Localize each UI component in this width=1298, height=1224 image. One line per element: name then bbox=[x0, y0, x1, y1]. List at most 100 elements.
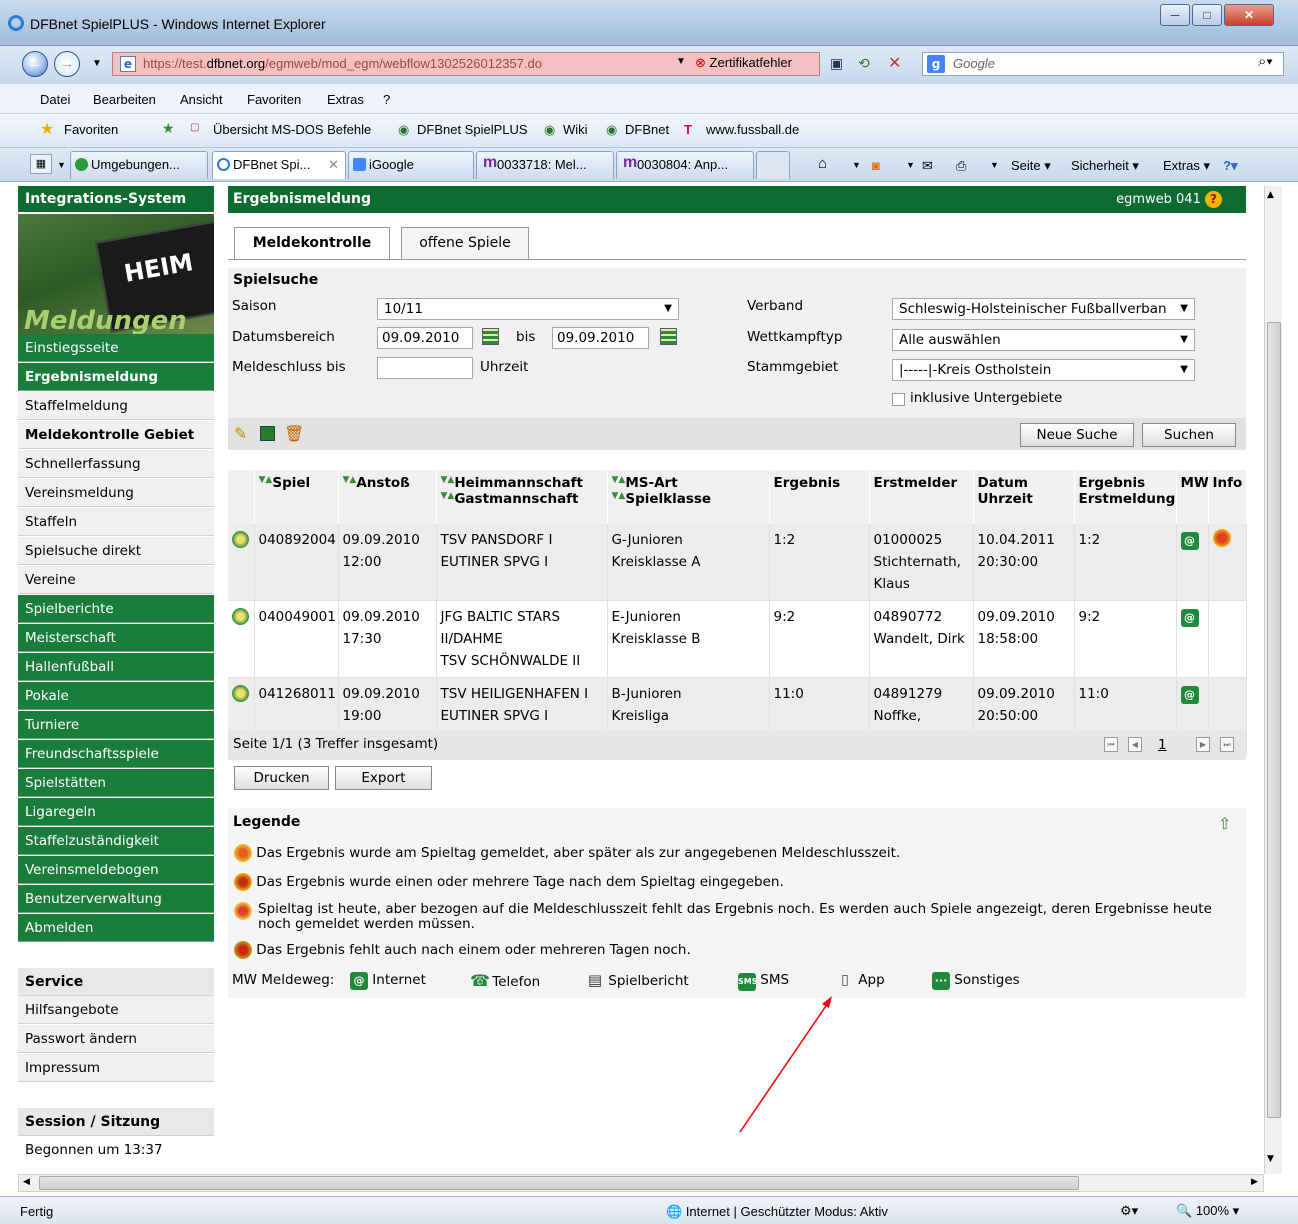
fav-link-msdos[interactable]: Übersicht MS-DOS Befehle bbox=[213, 122, 371, 137]
tool-extras[interactable]: Extras ▾ bbox=[1163, 158, 1210, 174]
sort-icon[interactable]: ▼▲ bbox=[343, 475, 357, 485]
next-page-icon[interactable]: ▶ bbox=[1196, 737, 1210, 752]
scrollbar-thumb[interactable] bbox=[1267, 322, 1281, 1118]
prev-page-icon[interactable]: ◀ bbox=[1128, 737, 1142, 752]
calendar-icon[interactable] bbox=[482, 328, 499, 345]
favorites-button[interactable]: Favoriten bbox=[64, 122, 118, 137]
sidebar-item-abmelden[interactable]: Abmelden bbox=[18, 914, 214, 942]
sort-icon[interactable]: ▼▲ bbox=[612, 475, 626, 485]
home-icon[interactable]: ⌂ bbox=[818, 155, 827, 172]
compat-view-icon[interactable]: ▣ bbox=[830, 55, 843, 72]
browser-tab-igoogle[interactable]: iGoogle bbox=[348, 151, 474, 179]
sidebar-item-vereinsmeldebogen[interactable]: Vereinsmeldebogen bbox=[18, 856, 214, 884]
sidebar-item-spielstätten[interactable]: Spielstätten bbox=[18, 769, 214, 797]
game-detail-icon[interactable] bbox=[232, 608, 249, 625]
fav-link-fussball[interactable]: www.fussball.de bbox=[706, 122, 799, 137]
game-detail-icon[interactable] bbox=[232, 685, 249, 702]
menu-favoriten[interactable]: Favoriten bbox=[247, 92, 301, 107]
calendar-icon[interactable] bbox=[660, 328, 677, 345]
row-detail-cell[interactable] bbox=[228, 524, 255, 601]
header-anstoss[interactable]: ▼▲Anstoß bbox=[338, 470, 437, 524]
fav-link-spielplus[interactable]: DFBnet SpielPLUS bbox=[417, 122, 528, 137]
header-spiel[interactable]: ▼▲Spiel bbox=[254, 470, 339, 524]
browser-tab-dfbnet[interactable]: DFBnet Spi... ✕ bbox=[212, 151, 346, 179]
delete-icon[interactable]: 🗑 bbox=[284, 424, 304, 443]
stop-icon[interactable]: ✕ bbox=[888, 53, 901, 73]
minimize-button[interactable]: ─ bbox=[1160, 4, 1190, 26]
menu-bearbeiten[interactable]: Bearbeiten bbox=[93, 92, 156, 107]
tab-close-icon[interactable]: ✕ bbox=[328, 152, 339, 178]
search-icon[interactable]: ⌕▾ bbox=[1258, 53, 1273, 70]
sidebar-item-turniere[interactable]: Turniere bbox=[18, 711, 214, 739]
tab-meldekontrolle[interactable]: Meldekontrolle bbox=[234, 227, 390, 260]
sort-icon[interactable]: ▼▲ bbox=[441, 491, 455, 501]
close-button[interactable]: ✕ bbox=[1224, 4, 1274, 26]
tool-seite[interactable]: Seite ▾ bbox=[1011, 158, 1051, 174]
quick-tabs-icon[interactable]: ▦ bbox=[30, 154, 52, 174]
add-favorite-icon[interactable]: ★ bbox=[162, 120, 175, 137]
sidebar-item-spielberichte[interactable]: Spielberichte bbox=[18, 595, 214, 623]
sidebar-item-einstiegsseite[interactable]: Einstiegsseite bbox=[18, 334, 214, 362]
browser-tab-mantis-2[interactable]: m 0030804: Anp... bbox=[616, 151, 754, 179]
date-from-input[interactable]: 09.09.2010 bbox=[377, 327, 473, 349]
scroll-down-icon[interactable]: ▼ bbox=[1267, 1154, 1274, 1164]
table-row[interactable]: 040049001 09.09.2010 17:30 JFG BALTIC STARS… bbox=[228, 600, 1247, 678]
scroll-left-icon[interactable]: ◀ bbox=[23, 1177, 30, 1187]
fav-link-dfbnet[interactable]: DFBnet bbox=[625, 122, 669, 137]
wettkampftyp-select[interactable]: Alle auswählen ▼ bbox=[892, 329, 1195, 351]
help-icon[interactable]: ? bbox=[1205, 191, 1222, 208]
first-page-icon[interactable]: ⏮ bbox=[1104, 737, 1118, 752]
maximize-button[interactable]: □ bbox=[1192, 4, 1222, 26]
feeds-dropdown-icon[interactable]: ▼ bbox=[906, 160, 915, 170]
sidebar-item-hallenfußball[interactable]: Hallenfußball bbox=[18, 653, 214, 681]
sort-icon[interactable]: ▼▲ bbox=[612, 491, 626, 501]
table-row[interactable]: 040892004 09.09.2010 12:00 TSV PANSDORF I EU… bbox=[228, 524, 1247, 601]
home-dropdown-icon[interactable]: ▼ bbox=[852, 160, 861, 170]
address-dropdown-icon[interactable]: ▼ bbox=[676, 56, 686, 67]
browser-tab-umgebungen[interactable]: Umgebungen... bbox=[70, 151, 208, 179]
sidebar-item-schnellerfassung[interactable]: Schnellerfassung bbox=[18, 450, 214, 478]
game-detail-icon[interactable] bbox=[232, 531, 249, 548]
tool-sicherheit[interactable]: Sicherheit ▾ bbox=[1071, 158, 1139, 174]
scroll-up-icon[interactable]: ▲ bbox=[1267, 190, 1274, 200]
history-dropdown-icon[interactable]: ▼ bbox=[92, 58, 102, 69]
edit-icon[interactable]: ✎ bbox=[234, 424, 247, 443]
new-tab-button[interactable] bbox=[756, 151, 790, 179]
scroll-right-icon[interactable]: ▶ bbox=[1251, 1177, 1258, 1187]
sidebar-item-meldekontrolle-gebiet[interactable]: Meldekontrolle Gebiet bbox=[18, 421, 214, 449]
print-icon[interactable]: ⎙ bbox=[956, 158, 966, 174]
menu-help[interactable]: ? bbox=[383, 92, 390, 107]
sidebar-item-impressum[interactable]: Impressum bbox=[18, 1054, 214, 1082]
sidebar-item-staffeln[interactable]: Staffeln bbox=[18, 508, 214, 536]
meldeschluss-input[interactable] bbox=[377, 357, 473, 379]
untergebiete-checkbox[interactable] bbox=[892, 393, 905, 406]
search-input[interactable]: Google bbox=[922, 52, 1284, 76]
verband-select[interactable]: Schleswig-Holsteinischer Fußballverban ▼ bbox=[892, 298, 1195, 320]
forward-button[interactable]: → bbox=[54, 51, 80, 77]
sidebar-item-passwort[interactable]: Passwort ändern bbox=[18, 1025, 214, 1053]
export-button[interactable]: Export bbox=[335, 766, 432, 790]
menu-datei[interactable]: Datei bbox=[40, 92, 70, 107]
zoom-control[interactable]: 🔍 100% ▾ bbox=[1176, 1203, 1239, 1219]
fav-link-wiki[interactable]: Wiki bbox=[563, 122, 588, 137]
sidebar-item-freundschaftsspiele[interactable]: Freundschaftsspiele bbox=[18, 740, 214, 768]
sidebar-item-vereine[interactable]: Vereine bbox=[18, 566, 214, 594]
vertical-scrollbar[interactable]: ▲ ▼ bbox=[1264, 186, 1282, 1174]
drucken-button[interactable]: Drucken bbox=[234, 766, 329, 790]
horizontal-scrollbar[interactable]: ◀ ▶ bbox=[18, 1174, 1264, 1192]
sidebar-item-meisterschaft[interactable]: Meisterschaft bbox=[18, 624, 214, 652]
hscrollbar-thumb[interactable] bbox=[39, 1176, 1079, 1190]
sort-icon[interactable]: ▼▲ bbox=[441, 475, 455, 485]
header-mannschaft[interactable]: ▼▲Heimmannschaft ▼▲Gastmannschaft bbox=[436, 470, 608, 524]
page-number-link[interactable]: 1 bbox=[1158, 737, 1167, 753]
certificate-error[interactable]: ⊗ Zertifikatfehler bbox=[695, 55, 792, 71]
sidebar-item-hilfsangebote[interactable]: Hilfsangebote bbox=[18, 996, 214, 1024]
scroll-top-icon[interactable]: ⇧ bbox=[1218, 814, 1231, 833]
help-icon[interactable]: ?▾ bbox=[1223, 158, 1237, 174]
stammgebiet-select[interactable]: |-----|-Kreis Ostholstein ▼ bbox=[892, 359, 1195, 381]
tab-offene-spiele[interactable]: offene Spiele bbox=[401, 227, 529, 259]
saison-select[interactable]: 10/11 ▼ bbox=[377, 298, 679, 320]
neue-suche-button[interactable]: Neue Suche bbox=[1020, 423, 1134, 447]
last-page-icon[interactable]: ⏭ bbox=[1220, 737, 1234, 752]
menu-extras[interactable]: Extras bbox=[327, 92, 364, 107]
